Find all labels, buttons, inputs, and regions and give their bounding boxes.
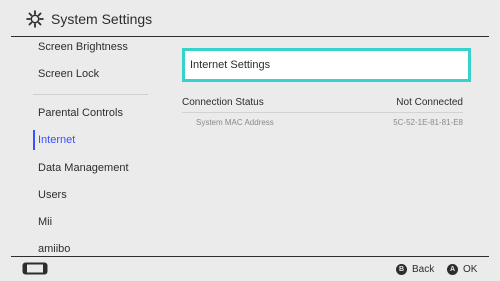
footer: B Back A OK [0, 257, 500, 281]
mac-address-row: System MAC Address 5C-52-1E-81-81-E8 [182, 114, 463, 130]
row-divider [182, 112, 463, 113]
sidebar-item-internet[interactable]: Internet [38, 130, 75, 150]
gear-icon [26, 9, 44, 28]
back-label: Back [412, 263, 435, 275]
sidebar-item-users[interactable]: Users [38, 185, 67, 205]
sidebar-divider [33, 94, 148, 95]
header: System Settings [0, 0, 500, 37]
mac-address-value: 5C-52-1E-81-81-E8 [393, 117, 463, 127]
sidebar-item-mii[interactable]: Mii [38, 212, 52, 232]
sidebar-item-amiibo[interactable]: amiibo [38, 239, 70, 256]
connection-status-value: Not Connected [396, 96, 463, 108]
main-content: Internet Settings Connection Status Not … [160, 37, 500, 256]
a-button-icon: A [447, 263, 458, 275]
sidebar-item-parental-controls[interactable]: Parental Controls [38, 103, 123, 123]
internet-settings-button[interactable]: Internet Settings [182, 48, 471, 82]
ok-button[interactable]: A OK [447, 261, 477, 277]
sidebar-item-data-management[interactable]: Data Management [38, 158, 129, 178]
connection-status-label: Connection Status [182, 96, 264, 108]
back-button[interactable]: B Back [396, 261, 434, 277]
connection-status-row: Connection Status Not Connected [182, 93, 463, 111]
sidebar-item-screen-lock[interactable]: Screen Lock [38, 64, 99, 84]
console-icon [22, 262, 48, 275]
sidebar: Screen Brightness Screen Lock Parental C… [0, 37, 160, 256]
internet-settings-label: Internet Settings [190, 59, 271, 71]
mac-address-label: System MAC Address [196, 117, 274, 127]
sidebar-item-screen-brightness[interactable]: Screen Brightness [38, 37, 128, 57]
page-title: System Settings [51, 10, 153, 27]
ok-label: OK [463, 263, 478, 275]
b-button-icon: B [396, 263, 407, 275]
sidebar-selection-marker [33, 130, 35, 150]
